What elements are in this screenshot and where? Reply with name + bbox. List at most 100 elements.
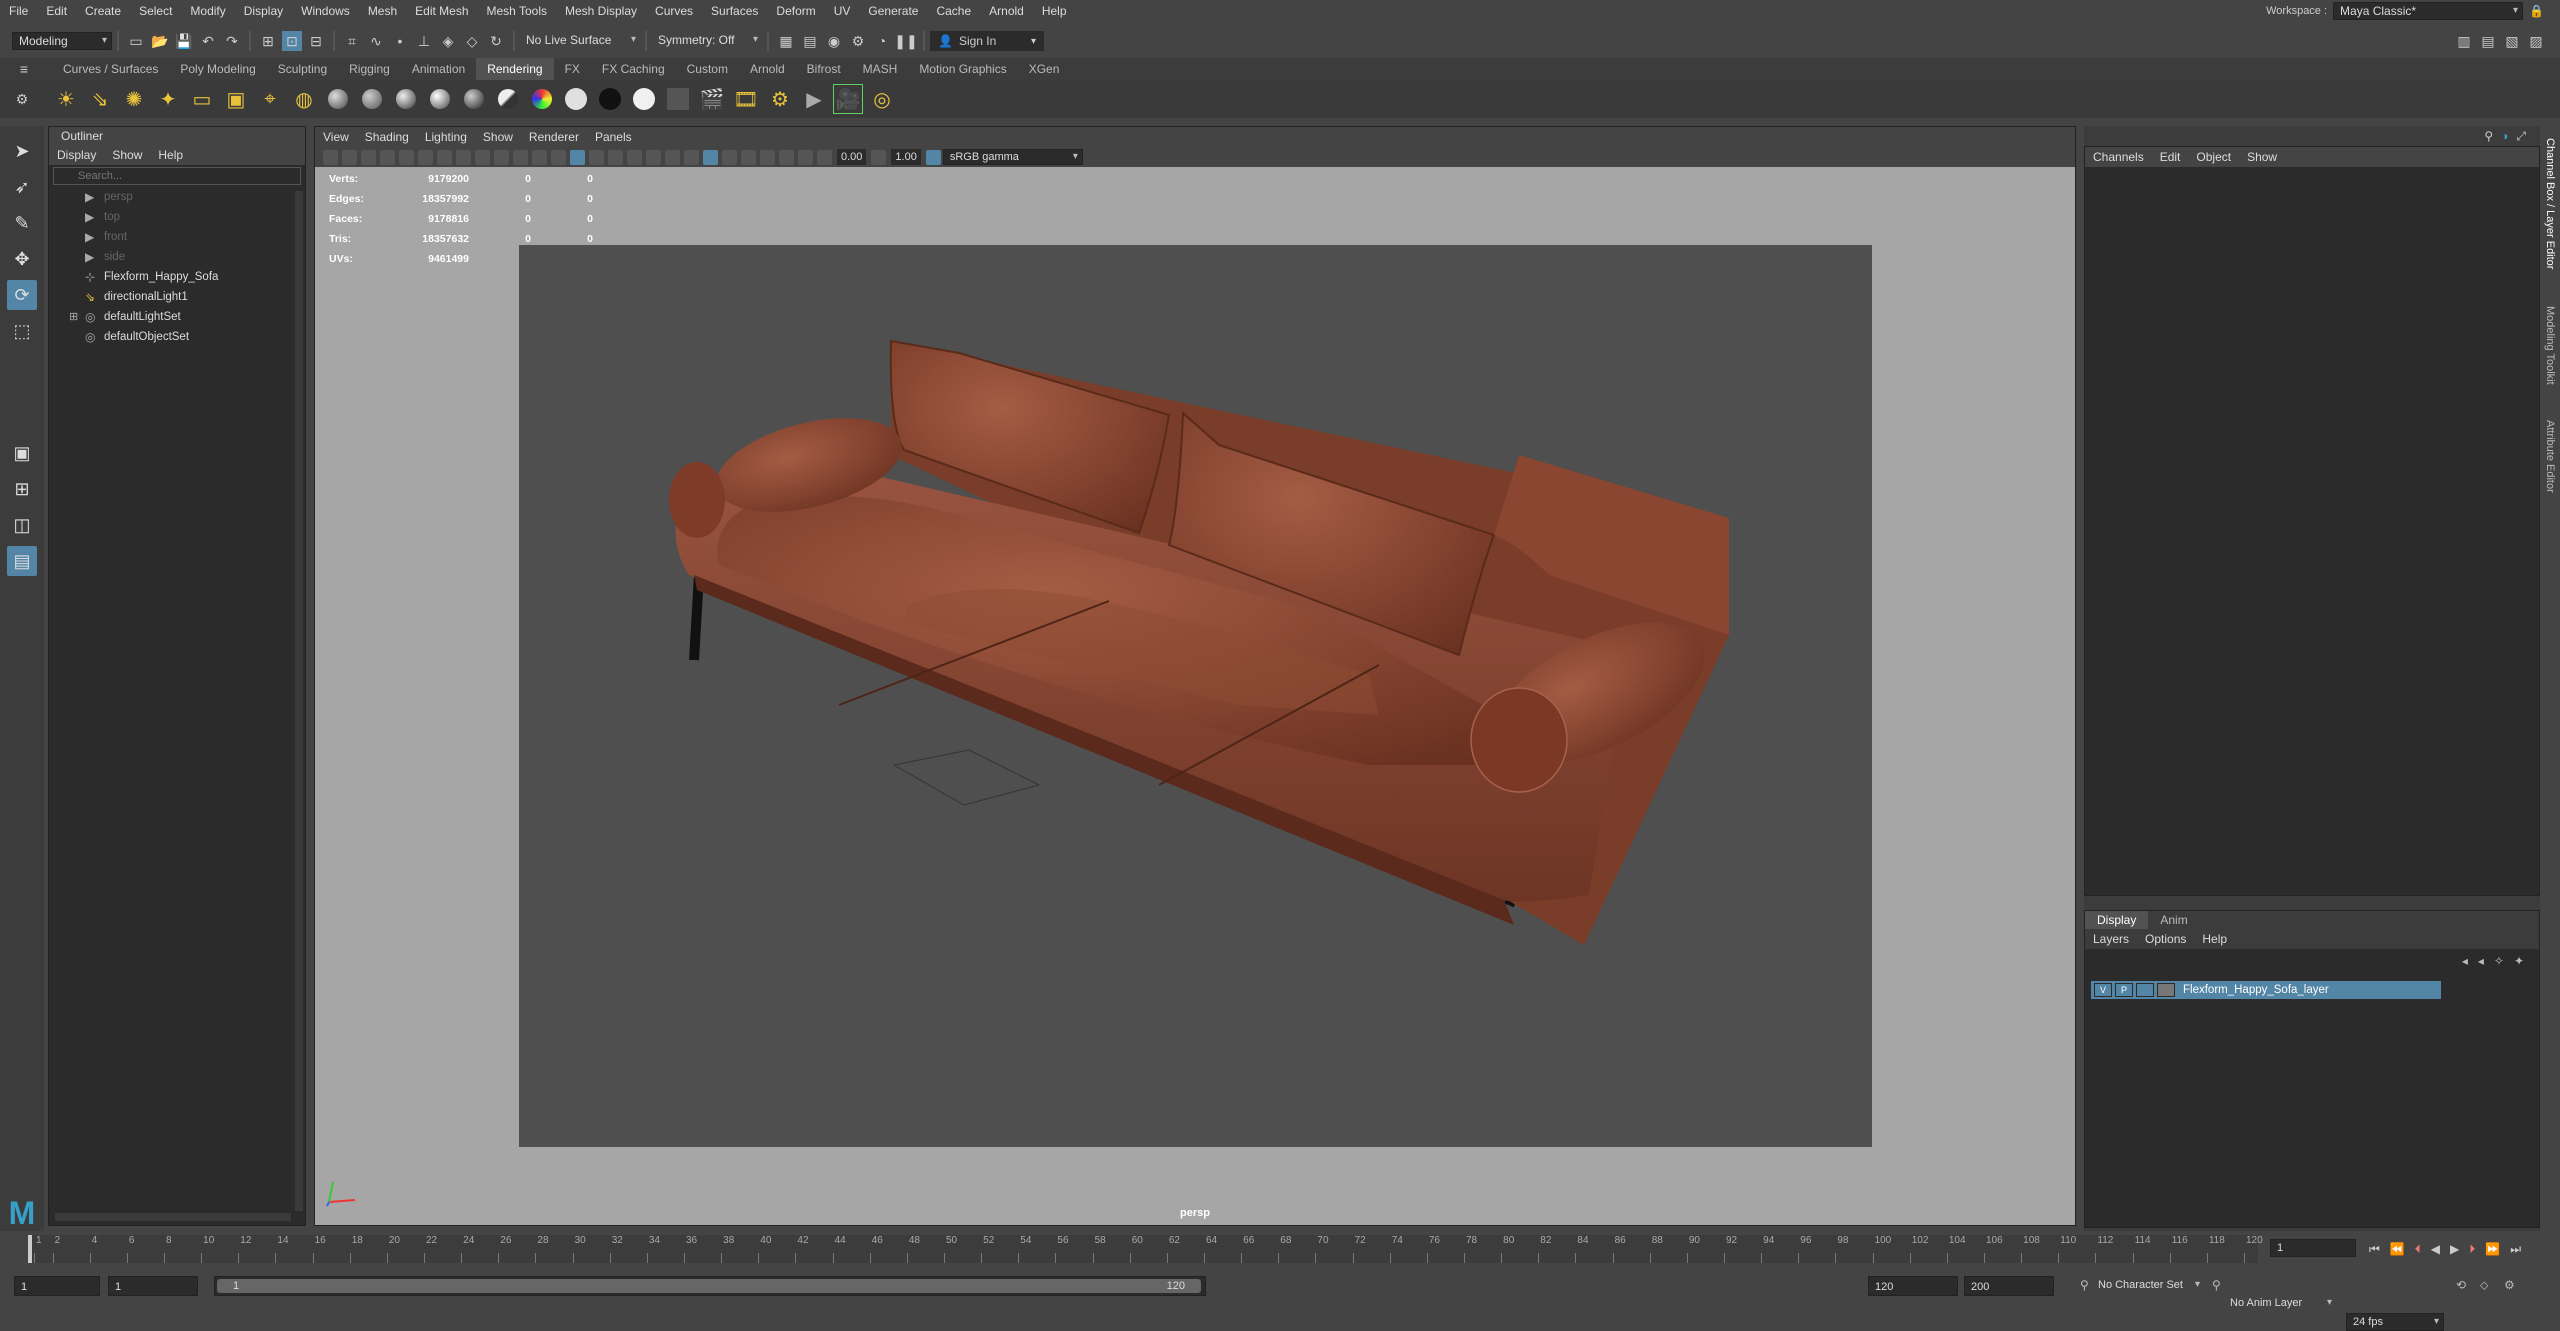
lock-icon[interactable]: 🔒 (2529, 4, 2544, 18)
outliner-menu-display[interactable]: Display (49, 145, 104, 165)
camera-aim-icon[interactable]: ⌖ (256, 85, 284, 113)
select-camera-icon[interactable] (323, 149, 338, 165)
shelf-tab-sculpting[interactable]: Sculpting (267, 58, 338, 80)
outliner-item[interactable]: ⇘ directionalLight1 (49, 287, 305, 307)
ambient-occlusion-icon[interactable] (665, 149, 680, 165)
shelf-tab-fx-caching[interactable]: FX Caching (591, 58, 676, 80)
pin-icon[interactable]: ⚲ (2484, 129, 2493, 143)
tool-settings-icon[interactable]: ▧ (2502, 31, 2522, 51)
channel-menu-show[interactable]: Show (2239, 147, 2285, 167)
go-to-end-icon[interactable]: ⏭ (2510, 1242, 2521, 1257)
outliner-item[interactable]: ▶ side (49, 247, 305, 267)
outliner-scrollbar[interactable] (295, 191, 303, 1211)
ramp-shader-icon[interactable] (528, 85, 556, 113)
viewport-menu-renderer[interactable]: Renderer (521, 127, 587, 147)
anim-layer-icon[interactable]: ⚲ (2212, 1278, 2221, 1292)
layer-tab-display[interactable]: Display (2085, 911, 2149, 929)
directional-light-icon[interactable]: ⇘ (86, 85, 114, 113)
workspace-dropdown[interactable]: Maya Classic* (2333, 2, 2524, 20)
layer-color-swatch[interactable] (2157, 983, 2175, 997)
outliner-item[interactable]: ⊞ ◎ defaultLightSet (49, 307, 305, 327)
character-set-dropdown[interactable]: No Character Set (2092, 1277, 2204, 1295)
viewport-menu-lighting[interactable]: Lighting (417, 127, 475, 147)
use-all-lights-icon[interactable] (627, 149, 642, 165)
outliner-menu-help[interactable]: Help (150, 145, 191, 165)
bookmark-icon[interactable] (361, 149, 376, 165)
menu-curves[interactable]: Curves (646, 0, 702, 22)
side-tab-modeling-toolkit[interactable]: Modeling Toolkit (2544, 306, 2556, 385)
outliner-layout-icon[interactable]: ▤ (7, 546, 37, 576)
move-layer-up-icon[interactable]: ◂ (2462, 954, 2468, 968)
layer-playback-toggle[interactable]: P (2115, 983, 2133, 997)
outliner-item[interactable]: ▶ persp (49, 187, 305, 207)
playback-start-field[interactable]: 1 (108, 1276, 198, 1296)
live-surface-dropdown[interactable]: No Live Surface (520, 32, 640, 50)
menu-uv[interactable]: UV (825, 0, 860, 22)
black-ball-icon[interactable] (596, 85, 624, 113)
sync-icon[interactable]: ◑ (2501, 129, 2508, 143)
scale-tool-icon[interactable]: ⬚ (7, 316, 37, 346)
light-gray-ball-icon[interactable] (630, 85, 658, 113)
isolate-select-icon[interactable] (741, 149, 756, 165)
snap-grid-icon[interactable]: ⌗ (342, 31, 362, 51)
menu-create[interactable]: Create (76, 0, 130, 22)
smooth-shade-icon[interactable] (570, 149, 585, 165)
wireframe-icon[interactable] (551, 149, 566, 165)
layer-menu-layers[interactable]: Layers (2085, 929, 2137, 949)
viewport-menu-show[interactable]: Show (475, 127, 521, 147)
paint-select-icon[interactable]: ✎ (7, 208, 37, 238)
shelf-tab-custom[interactable]: Custom (676, 58, 739, 80)
menu-edit[interactable]: Edit (37, 0, 76, 22)
step-back-frame-icon[interactable]: ⏴ (2415, 1242, 2421, 1257)
outliner-item[interactable]: ◎ defaultObjectSet (49, 327, 305, 347)
antialiasing-icon[interactable] (703, 149, 718, 165)
sign-in-button[interactable]: 👤 Sign In ▾ (930, 31, 1044, 51)
menu-surfaces[interactable]: Surfaces (702, 0, 767, 22)
grid-icon[interactable] (437, 149, 452, 165)
shelf-options-icon[interactable]: ≡ (14, 59, 34, 79)
menu-mesh-tools[interactable]: Mesh Tools (478, 0, 556, 22)
shelf-tab-arnold[interactable]: Arnold (739, 58, 796, 80)
menu-select[interactable]: Select (130, 0, 181, 22)
side-tab-channel-box[interactable]: Channel Box / Layer Editor (2544, 138, 2556, 269)
menu-edit-mesh[interactable]: Edit Mesh (406, 0, 477, 22)
shelf-tab-fx[interactable]: FX (554, 58, 591, 80)
render-ipr-icon[interactable]: 🎞 (732, 85, 760, 113)
channel-menu-edit[interactable]: Edit (2152, 147, 2189, 167)
menu-windows[interactable]: Windows (292, 0, 359, 22)
camera-attributes-icon[interactable] (342, 149, 357, 165)
snap-surface-icon[interactable]: ◈ (438, 31, 458, 51)
end-time-field[interactable]: 200 (1964, 1276, 2054, 1296)
hypershade-icon[interactable]: ◔ (872, 31, 892, 51)
new-scene-icon[interactable]: ▭ (126, 31, 146, 51)
step-forward-frame-icon[interactable]: ⏵ (2469, 1242, 2475, 1257)
select-object-icon[interactable]: ⊡ (282, 31, 302, 51)
menu-mesh[interactable]: Mesh (359, 0, 406, 22)
lasso-tool-icon[interactable]: ➶ (7, 172, 37, 202)
new-layer-selected-icon[interactable]: ✦ (2514, 954, 2524, 968)
lambert-ball-icon[interactable] (358, 85, 386, 113)
menu-generate[interactable]: Generate (859, 0, 927, 22)
depth-of-field-icon[interactable] (722, 149, 737, 165)
outliner-menu-show[interactable]: Show (104, 145, 150, 165)
menu-deform[interactable]: Deform (767, 0, 824, 22)
single-perspective-layout-icon[interactable]: ▣ (7, 438, 37, 468)
render-settings-shelf-icon[interactable]: ⚙ (766, 85, 794, 113)
symmetry-dropdown[interactable]: Symmetry: Off (652, 32, 762, 50)
viewport-menu-panels[interactable]: Panels (587, 127, 640, 147)
area-light-icon[interactable]: ▭ (188, 85, 216, 113)
layer-visibility-toggle[interactable]: V (2094, 983, 2112, 997)
shelf-tab-bifrost[interactable]: Bifrost (796, 58, 852, 80)
start-time-field[interactable]: 1 (14, 1276, 100, 1296)
ambient-light-icon[interactable]: ☀ (52, 85, 80, 113)
blinn-ball-icon[interactable] (392, 85, 420, 113)
image-plane-icon[interactable] (380, 149, 395, 165)
channel-box-icon[interactable]: ▨ (2526, 31, 2546, 51)
render-view-icon[interactable]: ▶ (800, 85, 828, 113)
range-bar[interactable]: 1 120 (214, 1276, 1206, 1296)
step-back-key-icon[interactable]: ⏪ (2390, 1242, 2405, 1256)
time-slider-ruler[interactable]: 1 2 4 6 8 10 12 14 16 18 20 22 24 26 28 30 32 34 36 38 40 42 4… (28, 1235, 2263, 1263)
layer-display-type-toggle[interactable] (2136, 983, 2154, 997)
field-chart-icon[interactable] (513, 149, 528, 165)
select-hierarchy-icon[interactable]: ⊞ (258, 31, 278, 51)
